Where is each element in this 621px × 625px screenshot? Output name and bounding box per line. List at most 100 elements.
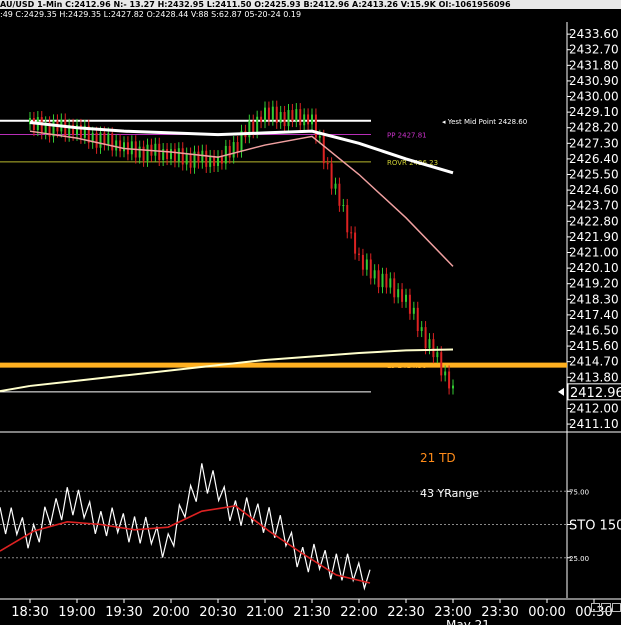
candle-body (271, 106, 274, 120)
time-tick-label: 22:00 (340, 605, 377, 620)
price-tick-label: 2427.30 (569, 136, 619, 150)
candle-body (307, 114, 310, 125)
maximize-icon[interactable] (601, 603, 611, 612)
candle-body (103, 132, 106, 145)
time-tick-label: 19:00 (58, 605, 95, 620)
window-controls[interactable] (591, 603, 621, 613)
candle-body (252, 120, 255, 133)
price-tick-label: 2423.70 (569, 199, 619, 213)
candle-body (314, 114, 317, 138)
ma-pink-line (29, 130, 454, 267)
candle-body (373, 270, 376, 279)
close-icon[interactable] (611, 603, 621, 612)
candle-body (111, 133, 114, 151)
candle-body (436, 352, 439, 358)
level-label-yest-mid: ◂ Yest Mid Point 2428.60 (442, 118, 527, 126)
candle-body (123, 142, 125, 152)
candle-body (177, 148, 180, 162)
candle-body (452, 385, 454, 389)
price-tick-label: 2425.50 (569, 168, 619, 182)
price-tick-label: 2432.70 (569, 43, 619, 57)
candle-body (95, 132, 98, 148)
indicator-tick-label: 25.00 (569, 555, 589, 563)
candle-body (299, 109, 302, 126)
date-label: May 21 (446, 618, 490, 625)
price-tick-label: 2430.90 (569, 74, 619, 88)
candle-body (326, 163, 329, 165)
level-label-pp: PP 2427.81 (387, 131, 427, 139)
candle-body (405, 294, 407, 302)
candle-body (440, 352, 443, 376)
candle-body (295, 109, 298, 122)
candle-body (99, 132, 102, 148)
candle-body (338, 183, 341, 206)
candle-body (358, 253, 360, 255)
candle-body (397, 289, 400, 298)
candle-body (119, 140, 122, 152)
price-tick-label: 2411.10 (569, 417, 619, 431)
time-tick-label: 20:00 (152, 605, 189, 620)
candle-body (220, 156, 223, 164)
candle-body (389, 278, 392, 288)
candle-body (334, 183, 337, 189)
price-tick-label: 2426.40 (569, 152, 619, 166)
price-tick-label: 2413.80 (569, 370, 619, 384)
last-price-label: 2412.96 (570, 386, 621, 401)
candle-body (369, 259, 372, 279)
candle-body (393, 278, 396, 298)
vwap-line-left (0, 384, 31, 393)
candle-body (365, 259, 368, 270)
time-tick-label: 18:30 (11, 605, 48, 620)
candle-body (291, 110, 294, 122)
candle-body (228, 145, 231, 158)
candle-body (154, 143, 157, 156)
price-tick-label: 2416.50 (569, 323, 619, 337)
candle-body (381, 273, 384, 288)
indicator-tick-label: 75.00 (569, 488, 589, 496)
price-tick-label: 2424.60 (569, 183, 619, 197)
candle-body (267, 107, 270, 120)
candle-body (107, 133, 110, 145)
candle-body (130, 141, 133, 155)
candle-body (401, 289, 404, 302)
price-tick-label: 2418.30 (569, 292, 619, 306)
candle-body (420, 327, 423, 332)
price-tick-label: 2421.00 (569, 245, 619, 259)
time-tick-label: 19:30 (105, 605, 142, 620)
price-tick-label: 2422.80 (569, 214, 619, 228)
candle-body (428, 339, 431, 349)
candle-body (283, 112, 286, 127)
candle-body (354, 232, 357, 254)
candle-body (432, 339, 435, 358)
stoch-label: STO 150 (569, 519, 621, 534)
candle-body (260, 116, 263, 123)
label-43yrange: 43 YRange (420, 487, 479, 500)
candle-body (197, 151, 200, 163)
price-tick-label: 2429.10 (569, 105, 619, 119)
candle-body (146, 144, 149, 161)
price-tick-label: 2421.90 (569, 230, 619, 244)
last-price-arrow-icon (558, 387, 564, 396)
price-tick-label: 2420.10 (569, 261, 619, 275)
candle-body (205, 150, 208, 167)
restore-icon[interactable] (591, 603, 601, 612)
price-tick-label: 2433.60 (569, 27, 619, 41)
candle-body (236, 142, 239, 152)
candle-body (346, 205, 349, 233)
time-tick-label: 21:30 (293, 605, 330, 620)
price-chart[interactable]: 2433.60 2432.702431.80 2430.90 2430.002429.… (0, 0, 621, 625)
level-label-l3: L3 2414.50 (387, 362, 427, 370)
candle-body (256, 116, 259, 133)
candle-body (311, 114, 313, 125)
price-tick-label: 2417.40 (569, 308, 619, 322)
label-21td: 21 TD (420, 451, 456, 465)
candle-body (166, 149, 169, 160)
candle-body (209, 156, 212, 167)
candle-body (173, 149, 176, 162)
candle-body (142, 146, 145, 161)
candle-body (342, 205, 345, 207)
candle-body (424, 327, 427, 349)
price-tick-label: 2415.60 (569, 339, 619, 353)
price-tick-label: 2430.00 (569, 90, 619, 104)
candle-body (170, 149, 172, 160)
